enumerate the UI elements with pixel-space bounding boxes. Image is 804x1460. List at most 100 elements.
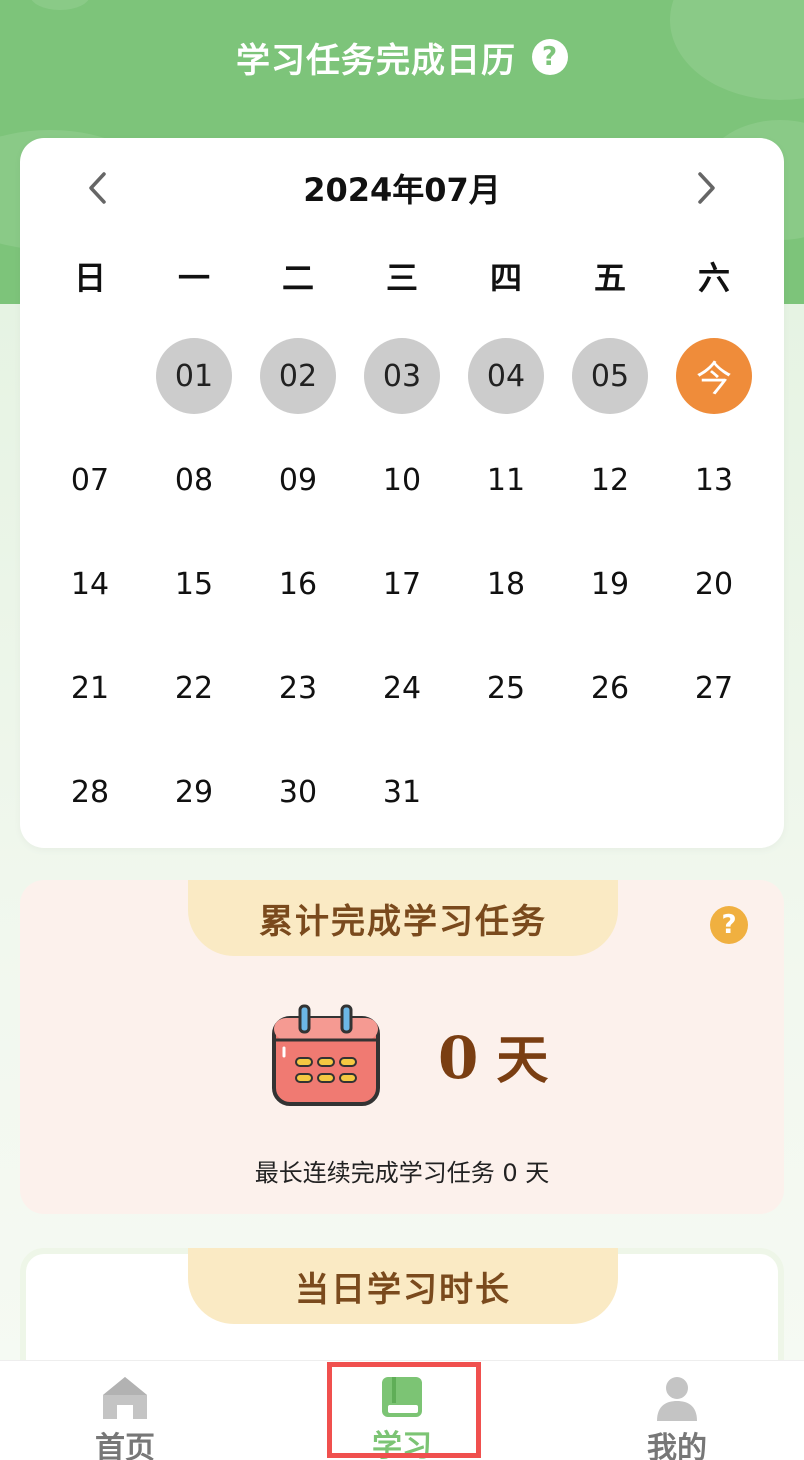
calendar-day-number: 09 <box>278 462 318 498</box>
help-icon[interactable]: ? <box>710 906 748 944</box>
calendar-day[interactable]: 22 <box>142 636 246 740</box>
calendar-day-number: 19 <box>590 566 630 602</box>
calendar-day[interactable]: 28 <box>38 740 142 844</box>
total-summary: 0 天 <box>20 1004 784 1114</box>
calendar-day[interactable]: 05 <box>558 324 662 428</box>
calendar-day-number: 31 <box>382 774 422 810</box>
chevron-right-icon <box>698 172 715 204</box>
page-header: 学习任务完成日历 ? <box>0 34 804 81</box>
calendar-day-number: 22 <box>174 670 214 706</box>
month-label: 2024年07月 <box>303 171 501 209</box>
calendar-day[interactable]: 16 <box>246 532 350 636</box>
calendar-day[interactable]: 02 <box>246 324 350 428</box>
calendar-day-number: 14 <box>70 566 110 602</box>
calendar-day-number: 04 <box>468 338 544 414</box>
calendar-day-number: 20 <box>694 566 734 602</box>
calendar-day[interactable]: 07 <box>38 428 142 532</box>
calendar-day-number: 15 <box>174 566 214 602</box>
weekday-label: 一 <box>177 259 210 297</box>
calendar-day[interactable]: 31 <box>350 740 454 844</box>
calendar-today-label: 今 <box>676 338 752 414</box>
calendar-day-number: 28 <box>70 774 110 810</box>
calendar-day-number: 13 <box>694 462 734 498</box>
weekday-label: 五 <box>593 259 626 297</box>
weekday-label: 四 <box>489 259 522 297</box>
weekday-label: 三 <box>385 259 418 297</box>
calendar-day[interactable]: 03 <box>350 324 454 428</box>
total-days-value: 0 天 <box>438 1018 548 1098</box>
calendar-day[interactable]: 11 <box>454 428 558 532</box>
calendar-day[interactable]: 30 <box>246 740 350 844</box>
bottom-tab-bar: 首页 学习 我的 <box>0 1360 804 1460</box>
prev-month-button[interactable] <box>76 166 120 210</box>
user-icon <box>655 1375 699 1421</box>
calendar-day-number: 26 <box>590 670 630 706</box>
total-days-unit: 天 <box>496 1030 549 1091</box>
calendar-days-grid: 01 02 03 04 05 今 07 08 09 10 11 12 13 14 15 16 17 18 19 20 2… <box>38 324 766 844</box>
calendar-nav: 2024年07月 <box>20 158 784 218</box>
calendar-day[interactable]: 29 <box>142 740 246 844</box>
calendar-day[interactable]: 12 <box>558 428 662 532</box>
weekday-label: 六 <box>697 259 730 297</box>
calendar-day[interactable]: 09 <box>246 428 350 532</box>
calendar-day[interactable]: 10 <box>350 428 454 532</box>
calendar-day-number: 18 <box>486 566 526 602</box>
weekday-label: 二 <box>281 259 314 297</box>
calendar-day[interactable]: 25 <box>454 636 558 740</box>
calendar-day[interactable]: 23 <box>246 636 350 740</box>
decor-bubble <box>30 0 90 10</box>
calendar-day[interactable]: 21 <box>38 636 142 740</box>
calendar-day-number: 01 <box>156 338 232 414</box>
calendar-day[interactable]: 17 <box>350 532 454 636</box>
home-icon <box>101 1375 149 1421</box>
calendar-day-number: 08 <box>174 462 214 498</box>
tab-study[interactable]: 学习 <box>327 1361 477 1460</box>
calendar-day-number: 30 <box>278 774 318 810</box>
calendar-day[interactable]: 04 <box>454 324 558 428</box>
streak-text: 最长连续完成学习任务 0 天 <box>254 1158 550 1187</box>
calendar-day[interactable]: 13 <box>662 428 766 532</box>
calendar-day[interactable]: 今 <box>662 324 766 428</box>
chevron-left-icon <box>89 172 106 204</box>
calendar-day[interactable]: 01 <box>142 324 246 428</box>
calendar-day-number: 03 <box>364 338 440 414</box>
calendar-day[interactable]: 19 <box>558 532 662 636</box>
calendar-day-number: 17 <box>382 566 422 602</box>
total-completed-card: 累计完成学习任务 ? 0 天 最长连续完成学习任务 0 天 <box>20 880 784 1214</box>
tab-home-label: 首页 <box>95 1431 155 1460</box>
calendar-day-number: 05 <box>572 338 648 414</box>
total-card-title: 累计完成学习任务 <box>188 880 618 956</box>
calendar-day-number: 02 <box>260 338 336 414</box>
tab-mine[interactable]: 我的 <box>602 1361 752 1460</box>
calendar-day-number: 29 <box>174 774 214 810</box>
calendar-icon <box>272 1004 380 1106</box>
tab-study-label: 学习 <box>372 1429 432 1460</box>
calendar-empty-cell <box>38 324 142 428</box>
calendar-day-number: 23 <box>278 670 318 706</box>
calendar-day[interactable]: 24 <box>350 636 454 740</box>
calendar-day[interactable]: 14 <box>38 532 142 636</box>
tab-home[interactable]: 首页 <box>50 1361 200 1460</box>
calendar-day-number: 24 <box>382 670 422 706</box>
calendar-day-number: 25 <box>486 670 526 706</box>
duration-card-title: 当日学习时长 <box>188 1248 618 1324</box>
calendar-day-number: 10 <box>382 462 422 498</box>
weekday-label: 日 <box>73 259 106 297</box>
tab-mine-label: 我的 <box>647 1431 707 1460</box>
calendar-day[interactable]: 26 <box>558 636 662 740</box>
calendar-day-number: 16 <box>278 566 318 602</box>
calendar-day[interactable]: 27 <box>662 636 766 740</box>
calendar-day-number: 21 <box>70 670 110 706</box>
calendar-day[interactable]: 08 <box>142 428 246 532</box>
calendar-day[interactable]: 20 <box>662 532 766 636</box>
help-icon[interactable]: ? <box>532 39 568 75</box>
next-month-button[interactable] <box>684 166 728 210</box>
calendar-card: 2024年07月 日 一 二 三 四 五 六 01 02 03 04 05 今 07 08 09… <box>20 138 784 848</box>
calendar-day-number: 11 <box>486 462 526 498</box>
calendar-day-number: 12 <box>590 462 630 498</box>
total-days-number: 0 <box>438 1024 479 1092</box>
book-icon <box>380 1375 424 1419</box>
calendar-day-number: 27 <box>694 670 734 706</box>
calendar-day[interactable]: 18 <box>454 532 558 636</box>
calendar-day[interactable]: 15 <box>142 532 246 636</box>
